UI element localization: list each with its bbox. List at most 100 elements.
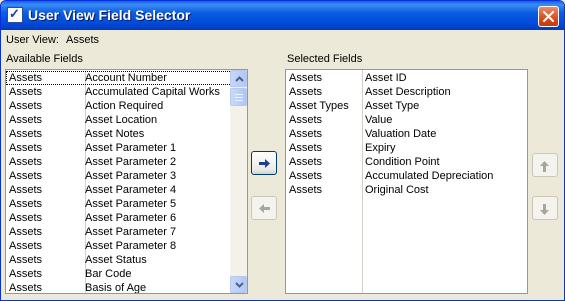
list-item[interactable]: Assets Original Cost: [286, 183, 527, 197]
user-view-value: Assets: [66, 34, 100, 46]
list-item[interactable]: Assets Condition Point: [286, 155, 527, 169]
field-name: Expiry: [365, 142, 396, 154]
field-name: Asset Notes: [85, 128, 145, 140]
arrow-up-icon: [540, 161, 549, 172]
list-item[interactable]: Assets Expiry: [286, 141, 527, 155]
available-scrollbar[interactable]: [230, 70, 247, 293]
list-item[interactable]: Assets Asset Location: [6, 113, 232, 127]
scroll-down-button[interactable]: [230, 276, 247, 293]
field-name: Valuation Date: [365, 128, 437, 140]
list-item[interactable]: Assets Asset Parameter 7: [6, 225, 232, 239]
field-name: Asset Parameter 2: [85, 156, 177, 168]
chevron-up-icon: [235, 76, 244, 82]
field-name: Original Cost: [365, 184, 429, 196]
close-button[interactable]: [538, 6, 559, 27]
field-category: Assets: [9, 226, 43, 238]
field-category: Assets: [9, 198, 43, 210]
field-name: Asset Status: [85, 254, 147, 266]
field-name: Asset Location: [85, 114, 158, 126]
field-category: Assets: [289, 184, 323, 196]
field-category: Assets: [9, 128, 43, 140]
field-category: Assets: [9, 240, 43, 252]
field-name: Asset Parameter 4: [85, 184, 177, 196]
list-item[interactable]: Assets Asset Parameter 1: [6, 141, 232, 155]
user-view-label: User View:: [6, 34, 59, 46]
field-category: Assets: [289, 142, 323, 154]
list-item[interactable]: Assets Asset Description: [286, 85, 527, 99]
field-category: Assets: [9, 142, 43, 154]
selected-fields-label: Selected Fields: [287, 53, 363, 65]
app-icon: ✓: [7, 6, 23, 23]
available-rows: Assets Account Number Assets Accumulated Ca…: [6, 71, 232, 294]
field-name: Asset Parameter 3: [85, 170, 177, 182]
field-name: Condition Point: [365, 156, 440, 168]
field-name: Bar Code: [85, 268, 132, 280]
field-category: Asset Types: [289, 100, 349, 112]
list-item[interactable]: Assets Accumulated Depreciation: [286, 169, 527, 183]
move-down-button[interactable]: [532, 196, 558, 220]
field-name: Asset Parameter 8: [85, 240, 177, 252]
list-item[interactable]: Assets Asset Parameter 3: [6, 169, 232, 183]
field-category: Assets: [9, 156, 43, 168]
title-bar[interactable]: ✓ User View Field Selector: [1, 1, 564, 30]
scroll-up-button[interactable]: [230, 70, 247, 87]
field-name: Asset Parameter 1: [85, 142, 177, 154]
list-item[interactable]: Assets Action Required: [6, 99, 232, 113]
move-up-button[interactable]: [532, 153, 558, 177]
field-category: Assets: [9, 212, 43, 224]
list-item[interactable]: Assets Asset Parameter 4: [6, 183, 232, 197]
remove-field-button[interactable]: [251, 196, 277, 220]
dialog-window: ✓ User View Field Selector User View: As…: [0, 0, 565, 301]
available-fields-label: Available Fields: [6, 53, 83, 65]
field-category: Assets: [9, 268, 43, 280]
scroll-thumb[interactable]: [230, 88, 247, 106]
field-category: Assets: [289, 170, 323, 182]
field-category: Assets: [9, 86, 43, 98]
field-name: Asset Parameter 6: [85, 212, 177, 224]
add-field-button[interactable]: [251, 151, 277, 175]
list-item[interactable]: Assets Value: [286, 113, 527, 127]
chevron-down-icon: [235, 282, 244, 288]
list-item[interactable]: Assets Bar Code: [6, 267, 232, 281]
field-category: Assets: [9, 184, 43, 196]
available-fields-list[interactable]: Assets Account Number Assets Accumulated Ca…: [5, 69, 248, 294]
window-title: User View Field Selector: [28, 7, 191, 23]
field-category: Assets: [289, 86, 323, 98]
arrow-right-icon: [259, 159, 270, 168]
list-item[interactable]: Assets Asset Status: [6, 253, 232, 267]
close-icon: [543, 11, 554, 22]
field-name: Basis of Age: [85, 282, 147, 294]
list-item[interactable]: Assets Asset Notes: [6, 127, 232, 141]
field-category: Assets: [9, 254, 43, 266]
field-name: Accumulated Depreciation: [365, 170, 494, 182]
arrow-left-icon: [259, 204, 270, 213]
field-name: Asset Parameter 5: [85, 198, 177, 210]
field-name: Asset Parameter 7: [85, 226, 177, 238]
list-item[interactable]: Asset Types Asset Type: [286, 99, 527, 113]
field-name: Value: [365, 114, 393, 126]
list-item[interactable]: Assets Asset ID: [286, 71, 527, 85]
field-name: Asset Type: [365, 100, 420, 112]
field-category: Assets: [9, 100, 43, 112]
list-item[interactable]: Assets Asset Parameter 2: [6, 155, 232, 169]
list-item[interactable]: Assets Accumulated Capital Works: [6, 85, 232, 99]
list-item[interactable]: Assets Account Number: [6, 71, 232, 85]
field-name: Account Number: [85, 72, 167, 84]
field-category: Assets: [9, 72, 43, 84]
list-item[interactable]: Assets Valuation Date: [286, 127, 527, 141]
arrow-down-icon: [540, 204, 549, 215]
field-name: Asset Description: [365, 86, 451, 98]
field-category: Assets: [9, 114, 43, 126]
selected-fields-list[interactable]: Assets Asset ID Assets Asset Description Ass…: [285, 69, 528, 294]
list-item[interactable]: Assets Asset Parameter 8: [6, 239, 232, 253]
field-category: Assets: [289, 72, 323, 84]
field-name: Accumulated Capital Works: [85, 86, 220, 98]
field-category: Assets: [289, 156, 323, 168]
selected-rows: Assets Asset ID Assets Asset Description Ass…: [286, 71, 527, 197]
field-category: Assets: [289, 128, 323, 140]
field-name: Asset ID: [365, 72, 407, 84]
list-item[interactable]: Assets Basis of Age: [6, 281, 232, 294]
list-item[interactable]: Assets Asset Parameter 5: [6, 197, 232, 211]
field-name: Action Required: [85, 100, 164, 112]
list-item[interactable]: Assets Asset Parameter 6: [6, 211, 232, 225]
